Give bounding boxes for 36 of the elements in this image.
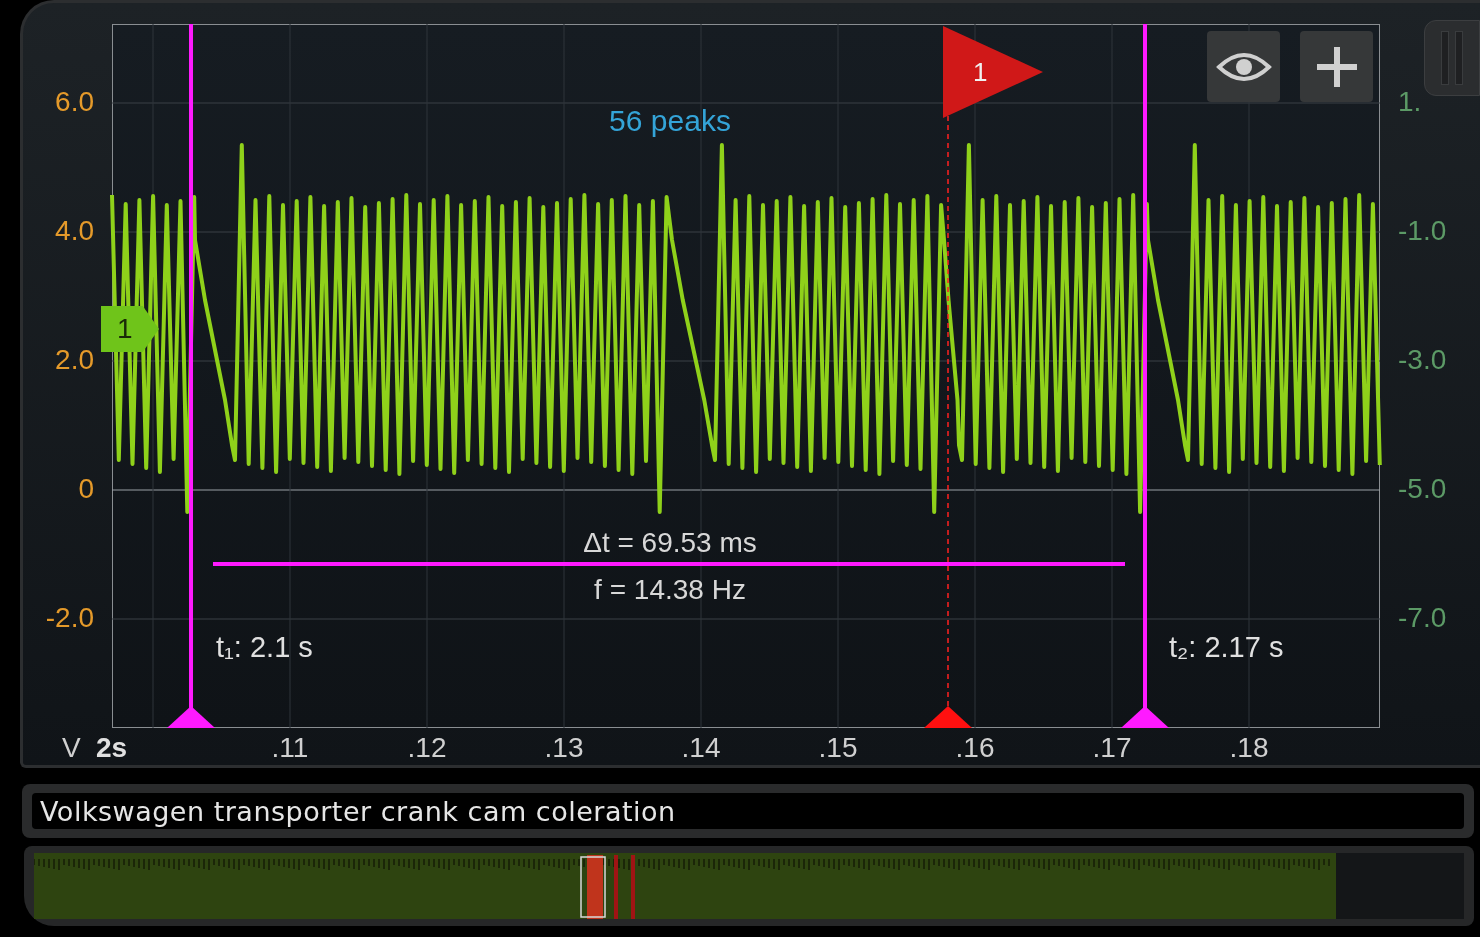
axis-tick-label: .17 xyxy=(1092,732,1132,764)
axis-tick-label: -3.0 xyxy=(1398,344,1447,376)
plus-icon xyxy=(1314,44,1359,89)
axis-tick-label: 4.0 xyxy=(55,215,94,247)
axis-tick-label: .15 xyxy=(818,732,858,764)
axis-tick-label: .14 xyxy=(681,732,721,764)
delta-time-readout: Δt = 69.53 ms xyxy=(583,527,757,559)
axis-tick-label: .16 xyxy=(955,732,995,764)
axis-tick-label: 2s xyxy=(96,732,128,764)
axis-tick-label: 2.0 xyxy=(55,344,94,376)
axis-tick-label: -5.0 xyxy=(1398,473,1447,505)
time-cursor[interactable] xyxy=(167,24,215,728)
frequency-readout: f = 14.38 Hz xyxy=(594,574,746,606)
axis-tick-label: -1.0 xyxy=(1398,215,1447,247)
visibility-button[interactable] xyxy=(1207,31,1280,102)
peak-count: 56 peaks xyxy=(609,104,731,138)
axis-tick-label: .12 xyxy=(407,732,447,764)
trigger-line[interactable] xyxy=(924,115,972,729)
axis-tick-label: -2.0 xyxy=(45,602,94,634)
axis-tick-label: .18 xyxy=(1229,732,1269,764)
axis-tick-label: .11 xyxy=(271,732,309,764)
axis-tick-label: 1. xyxy=(1398,86,1422,118)
trigger-flag[interactable]: 1 xyxy=(943,26,1043,118)
channel-marker[interactable]: 1 xyxy=(101,306,159,352)
axis-tick-label: -7.0 xyxy=(1398,602,1447,634)
cursor-time-label: t₁: 2.1 s xyxy=(216,631,313,664)
time-cursor[interactable] xyxy=(1121,24,1169,728)
axis-tick-label: 6.0 xyxy=(55,86,94,118)
add-button[interactable] xyxy=(1300,31,1373,102)
drag-handle[interactable] xyxy=(1424,20,1480,96)
cursor-time-label: t₂: 2.17 s xyxy=(1169,631,1284,664)
axis-tick-label: .13 xyxy=(544,732,584,764)
recording-title[interactable]: Volkswagen transporter crank cam coleration xyxy=(32,793,1464,829)
axis-tick-label: 0 xyxy=(78,473,94,505)
axis-unit-label: V xyxy=(62,732,81,764)
eye-icon xyxy=(1215,50,1272,83)
